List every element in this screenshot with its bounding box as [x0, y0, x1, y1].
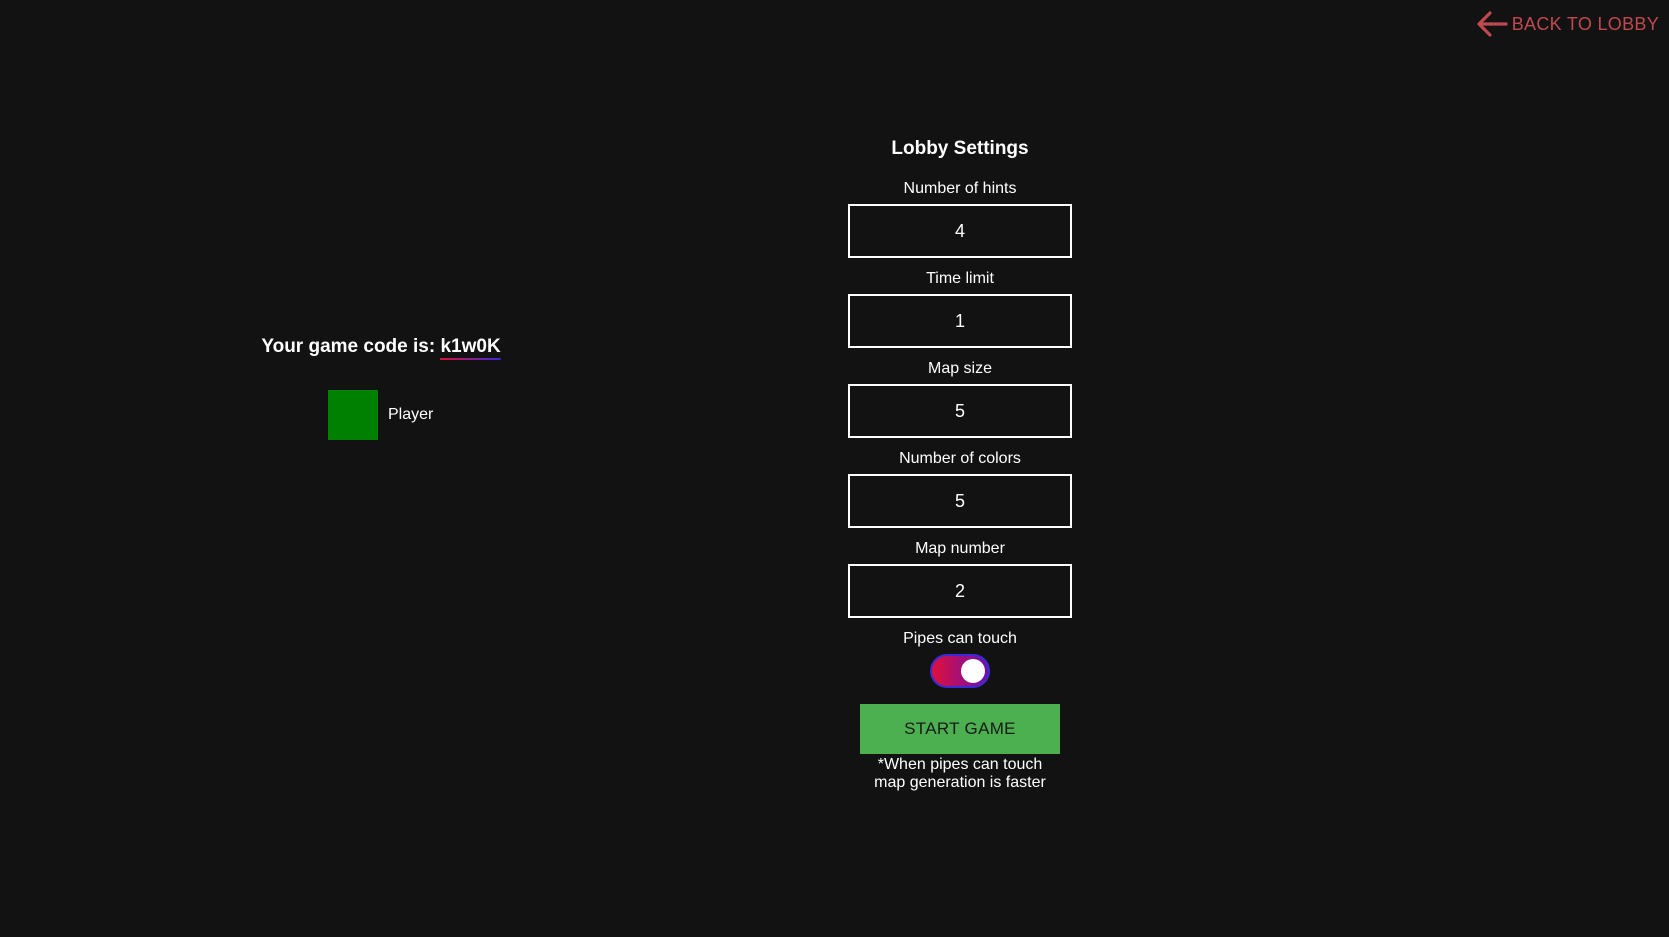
back-to-lobby-label: BACK TO LOBBY: [1511, 13, 1659, 34]
pipes-can-touch-label: Pipes can touch: [903, 630, 1017, 647]
time-limit-label: Time limit: [926, 270, 994, 287]
game-code-line: Your game code is: k1w0K: [240, 336, 522, 362]
player-name: Player: [388, 406, 434, 423]
colors-input[interactable]: [848, 474, 1072, 528]
settings-title: Lobby Settings: [891, 138, 1029, 159]
arrow-left-icon: [1476, 10, 1508, 38]
game-info-panel: Your game code is: k1w0K Player: [240, 336, 522, 440]
time-limit-input[interactable]: [848, 294, 1072, 348]
player-list-item: Player: [328, 390, 433, 440]
pipes-note: *When pipes can touch map generation is …: [860, 756, 1060, 792]
colors-label: Number of colors: [899, 450, 1021, 467]
map-number-input[interactable]: [848, 564, 1072, 618]
pipes-note-line-2: map generation is faster: [874, 774, 1046, 791]
game-code: k1w0K: [440, 336, 501, 362]
game-code-prefix: Your game code is:: [261, 336, 441, 357]
pipes-note-line-1: *When pipes can touch: [877, 756, 1043, 773]
pipes-can-touch-toggle[interactable]: [930, 654, 990, 688]
map-size-label: Map size: [927, 360, 993, 377]
toggle-knob: [961, 659, 985, 683]
back-to-lobby-link[interactable]: BACK TO LOBBY: [1476, 10, 1659, 38]
hints-label: Number of hints: [903, 180, 1017, 197]
lobby-page: BACK TO LOBBY Your game code is: k1w0K P…: [0, 0, 1669, 937]
start-game-button[interactable]: START GAME: [860, 704, 1060, 754]
hints-input[interactable]: [848, 204, 1072, 258]
player-color-swatch: [328, 390, 378, 440]
lobby-settings-panel: Lobby Settings Number of hints Time limi…: [848, 138, 1072, 792]
map-number-label: Map number: [915, 540, 1005, 557]
map-size-input[interactable]: [848, 384, 1072, 438]
